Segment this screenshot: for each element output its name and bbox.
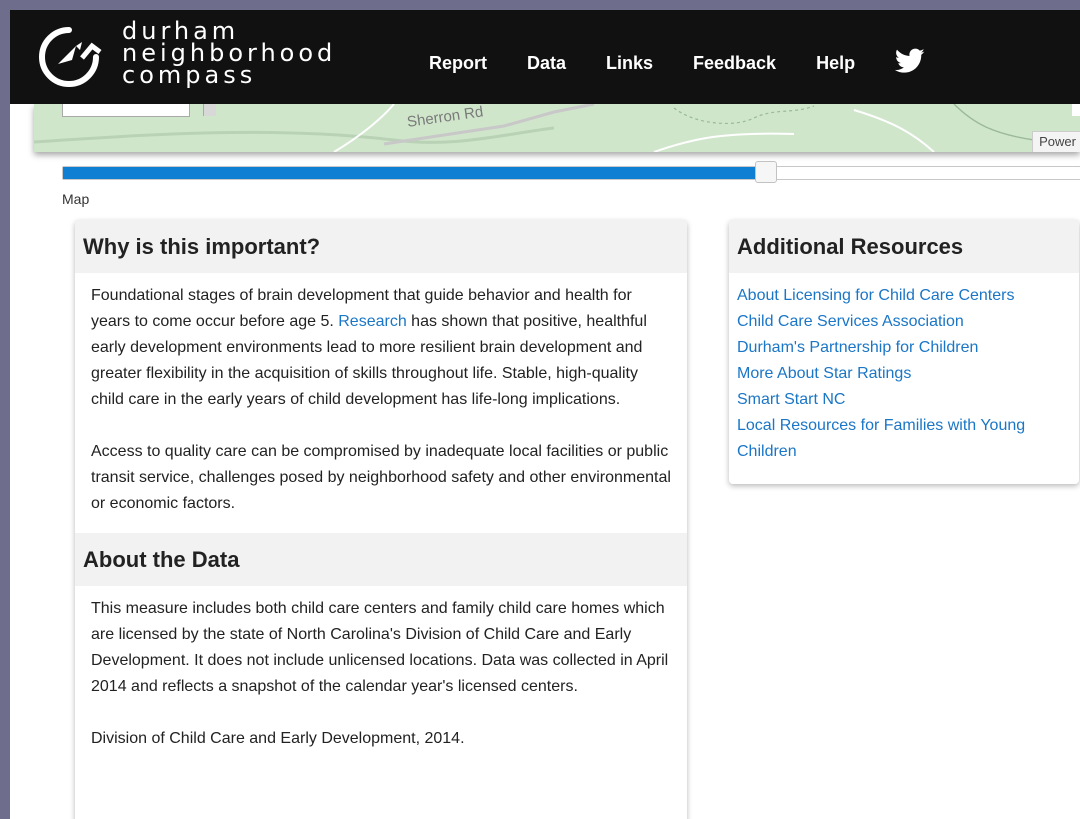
map-attribution[interactable]: Power	[1032, 131, 1080, 152]
why-important-body: Foundational stages of brain development…	[75, 273, 687, 517]
resource-link[interactable]: More About Star Ratings	[737, 361, 1071, 387]
nav-data[interactable]: Data	[527, 53, 566, 74]
about-paragraph-2: Division of Child Care and Early Develop…	[91, 730, 465, 747]
resource-link[interactable]: Local Resources for Families with Young …	[737, 413, 1071, 465]
timeline-slider-track[interactable]	[62, 166, 1080, 180]
slider-fill	[63, 167, 776, 179]
slider-label: Map	[62, 191, 90, 207]
browser-viewport: durham neighborhood compass Report Data …	[10, 10, 1080, 819]
resources-heading: Additional Resources	[729, 220, 1079, 273]
resource-link[interactable]: About Licensing for Child Care Centers	[737, 283, 1071, 309]
main-nav: Report Data Links Feedback Help	[429, 48, 925, 74]
resources-panel: Additional Resources About Licensing for…	[729, 220, 1079, 484]
select-scroll-handle[interactable]	[203, 104, 216, 116]
compass-logo-icon[interactable]	[36, 24, 102, 90]
nav-links[interactable]: Links	[606, 53, 653, 74]
resource-link[interactable]: Durham's Partnership for Children	[737, 335, 1071, 361]
site-header: durham neighborhood compass Report Data …	[10, 10, 1080, 104]
map-control[interactable]	[1072, 104, 1080, 116]
map-layer-select[interactable]	[62, 104, 216, 117]
why-paragraph-1: Foundational stages of brain development…	[83, 283, 679, 413]
resources-list: About Licensing for Child Care Centers C…	[729, 273, 1079, 465]
resource-link[interactable]: Child Care Services Association	[737, 309, 1071, 335]
resource-link[interactable]: Smart Start NC	[737, 387, 1071, 413]
about-data-body: This measure includes both child care ce…	[75, 586, 687, 752]
why-paragraph-2: Access to quality care can be compromise…	[91, 443, 671, 512]
site-logo-text[interactable]: durham neighborhood compass	[122, 19, 336, 89]
nav-feedback[interactable]: Feedback	[693, 53, 776, 74]
about-data-heading: About the Data	[75, 533, 687, 586]
nav-report[interactable]: Report	[429, 53, 487, 74]
logo-line: compass	[122, 61, 257, 89]
research-link[interactable]: Research	[338, 313, 406, 330]
about-paragraph-1: This measure includes both child care ce…	[91, 600, 669, 695]
nav-help[interactable]: Help	[816, 53, 855, 74]
twitter-icon[interactable]	[895, 48, 925, 74]
why-important-heading: Why is this important?	[75, 220, 687, 273]
map-view[interactable]: Sherron Rd Power	[34, 104, 1080, 152]
info-panel: Why is this important? Foundational stag…	[75, 220, 687, 819]
slider-thumb[interactable]	[755, 161, 777, 183]
map-roads	[34, 104, 1035, 152]
